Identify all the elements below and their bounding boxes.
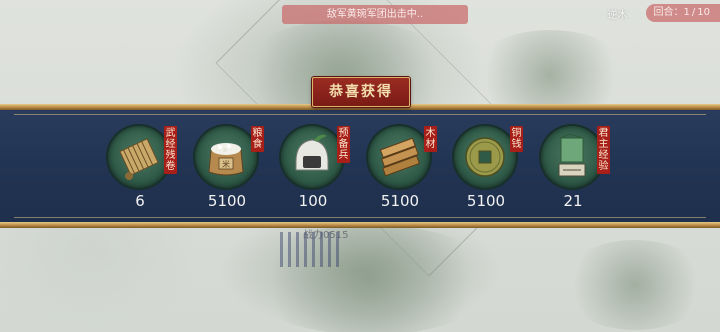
forest-area — [240, 225, 500, 332]
reward-amount: 5100 — [466, 192, 506, 210]
reward-banner[interactable]: 武经残卷 6 米 粮食 5100 预备兵 100 木材 5100 铜钱 5100… — [0, 104, 720, 228]
reward-tag: 粮食 — [251, 126, 264, 152]
wood-planks-icon — [368, 126, 430, 188]
turn-current: 1 — [683, 7, 690, 18]
grain-sack-icon: 米 — [195, 126, 257, 188]
banner-divider — [14, 114, 706, 115]
reward-amount: 21 — [563, 192, 583, 210]
scroll-bundle-icon — [108, 126, 170, 188]
fame-banner-icon — [541, 126, 603, 188]
top-right-hud: 逆木 回合：1/10 — [608, 4, 720, 22]
forest-area — [560, 240, 710, 330]
svg-text:米: 米 — [222, 159, 230, 169]
reward-item-scroll[interactable]: 武经残卷 6 — [100, 122, 180, 226]
enemy-notice-banner[interactable]: 敌军黄琬军团出击中.. — [282, 5, 468, 24]
reward-tag: 铜钱 — [510, 126, 523, 152]
copper-coin-icon — [454, 126, 516, 188]
helmet-icon — [281, 126, 343, 188]
reward-tag: 木材 — [424, 126, 437, 152]
reward-amount: 100 — [298, 192, 328, 210]
reward-tag: 预备兵 — [337, 126, 350, 163]
turn-counter: 回合：1/10 — [645, 4, 720, 22]
reward-item-reserve-troops[interactable]: 预备兵 100 — [273, 122, 353, 226]
reward-item-copper[interactable]: 铜钱 5100 — [446, 122, 526, 226]
reward-amount: 6 — [135, 192, 145, 210]
reward-amount: 5100 — [380, 192, 420, 210]
reward-item-wood[interactable]: 木材 5100 — [360, 122, 440, 226]
turn-label: 回合 — [653, 7, 674, 18]
reward-tag: 君主经验 — [597, 126, 610, 174]
army-unit-label: 战力0515 — [303, 230, 349, 241]
reward-title: 恭喜获得 — [329, 84, 393, 100]
turn-total: 10 — [697, 7, 710, 18]
reward-title-plate: 恭喜获得 — [312, 77, 410, 107]
player-name[interactable]: 逆木 — [608, 6, 628, 21]
reward-item-grain[interactable]: 米 粮食 5100 — [187, 122, 267, 226]
turn-separator: / — [691, 7, 696, 18]
reward-item-lord-exp[interactable]: 君主经验 21 — [533, 122, 613, 226]
reward-tag: 武经残卷 — [164, 126, 177, 174]
turn-colon: ： — [673, 7, 684, 18]
reward-amount: 5100 — [207, 192, 247, 210]
